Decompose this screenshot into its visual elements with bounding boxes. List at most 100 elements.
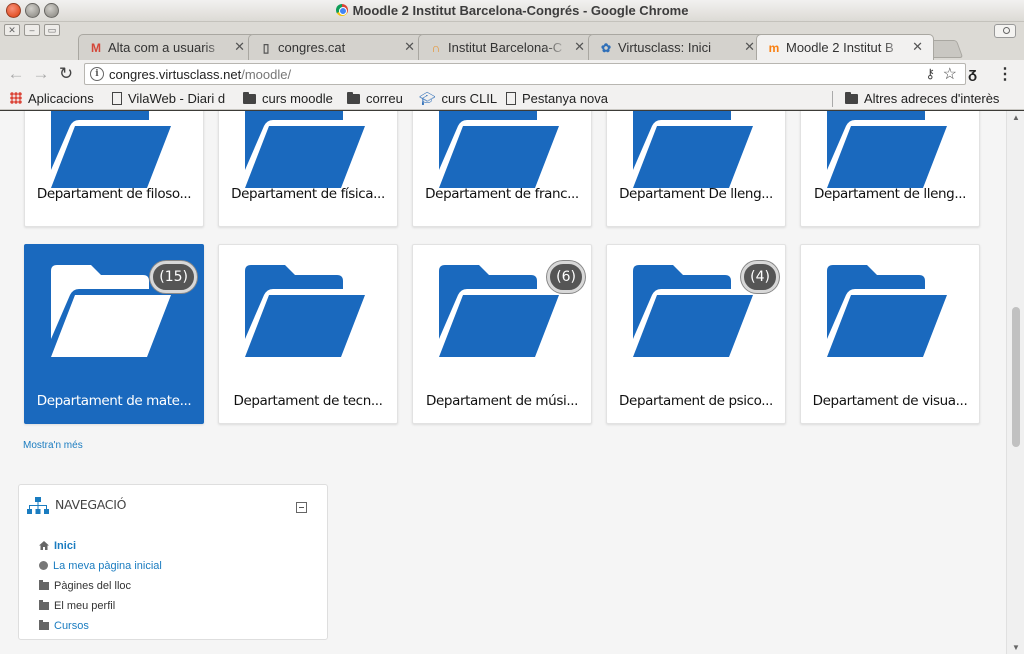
moodle-icon: m: [768, 41, 780, 55]
close-icon[interactable]: ✕: [744, 39, 755, 55]
close-icon[interactable]: ✕: [404, 39, 415, 55]
window-menu-restore-icon[interactable]: ▭: [44, 24, 60, 36]
category-card[interactable]: Departament de tecn...: [218, 244, 398, 424]
tab-title: congres.cat: [278, 40, 346, 55]
bookmark-other[interactable]: Altres adreces d'interès: [845, 91, 999, 106]
window-menu-minimize-icon[interactable]: –: [24, 24, 40, 36]
category-name: Departament de franc...: [425, 186, 579, 202]
bookmark-apps[interactable]: Aplicacions: [10, 91, 94, 106]
close-icon[interactable]: ✕: [234, 39, 245, 55]
institut-icon: ∩: [431, 41, 441, 55]
tab-congres-cat[interactable]: ▯ congres.cat ✕: [248, 34, 426, 60]
category-name: Departament de filoso...: [36, 186, 192, 202]
tab-alta-usuaris[interactable]: M Alta com a usuaris ✕: [78, 34, 256, 60]
chrome-menu-icon[interactable]: ⋮: [997, 64, 1013, 84]
bookmark-label: Aplicacions: [28, 91, 94, 106]
bookmark-curs-moodle[interactable]: curs moodle: [243, 91, 333, 106]
tab-moodle-active[interactable]: m Moodle 2 Institut B ✕: [756, 34, 934, 60]
folder-icon: [827, 111, 947, 188]
forward-arrow-icon[interactable]: →: [31, 64, 51, 84]
folder-icon: [51, 111, 171, 188]
folder-icon: [439, 111, 559, 188]
folder-icon: [827, 265, 947, 357]
close-icon[interactable]: ✕: [912, 39, 923, 55]
category-name: Departament de física...: [231, 186, 385, 202]
category-card[interactable]: Departament de física...: [218, 111, 398, 227]
bookmark-label: Altres adreces d'interès: [864, 91, 1000, 106]
folder-icon: [633, 111, 753, 188]
folder-icon: [245, 265, 365, 357]
nav-item-label: Cursos: [54, 620, 89, 632]
scroll-up-icon[interactable]: ▲: [1012, 113, 1020, 122]
scroll-down-icon[interactable]: ▼: [1012, 643, 1020, 652]
nav-item-label: Pàgines del lloc: [54, 580, 132, 592]
extension-icon[interactable]: ᵹ: [968, 65, 977, 82]
bookmark-star-icon[interactable]: ☆: [943, 64, 957, 84]
category-card[interactable]: (6) Departament de músi...: [412, 244, 592, 424]
category-name: Departament de psico...: [619, 393, 773, 409]
bookmark-label: VilaWeb - Diari d: [128, 91, 226, 106]
category-name: Departament de visua...: [812, 393, 968, 409]
bookmark-vilaweb[interactable]: VilaWeb - Diari d: [112, 91, 225, 106]
reload-icon[interactable]: ↻: [56, 64, 76, 84]
folder-icon: [439, 265, 559, 357]
window-title: Moodle 2 Institut Barcelona-Congrés - Go…: [352, 3, 689, 18]
folder-icon: [39, 600, 49, 610]
nav-item-courses[interactable]: Cursos: [39, 620, 89, 632]
category-name: Departament de músi...: [426, 393, 578, 409]
tab-title: Virtusclass: Inici: [618, 40, 711, 55]
tab-institut-barcelona[interactable]: ∩ Institut Barcelona-C ✕: [418, 34, 596, 60]
category-card-active[interactable]: (15) Departament de mate...: [24, 244, 204, 424]
tab-title: Alta com a usuaris: [108, 40, 215, 55]
nav-item-label: El meu perfil: [54, 600, 116, 612]
url-path: /moodle/: [241, 67, 292, 82]
category-name: Departament de tecn...: [233, 393, 383, 409]
course-count-badge: (6): [547, 261, 585, 293]
nav-item-label: La meva pàgina inicial: [53, 560, 162, 572]
show-more-link[interactable]: Mostra'n més: [23, 440, 83, 451]
nav-item-inici[interactable]: Inici: [39, 540, 76, 552]
window-title-container: Moodle 2 Institut Barcelona-Congrés - Go…: [0, 3, 1024, 18]
folder-icon: [347, 92, 360, 104]
nav-item-dashboard[interactable]: La meva pàgina inicial: [39, 560, 162, 572]
bookmarks-separator: [832, 91, 833, 107]
vertical-scrollbar[interactable]: ▲ ▼: [1006, 111, 1024, 654]
category-name: Departament de lleng...: [813, 186, 967, 202]
category-card[interactable]: Departament de filoso...: [24, 111, 204, 227]
url-text: congres.virtusclass.net/moodle/: [109, 67, 291, 82]
tab-virtusclass[interactable]: ✿ Virtusclass: Inici ✕: [588, 34, 766, 60]
bookmark-label: curs moodle: [262, 91, 333, 106]
gmail-icon: M: [91, 41, 101, 55]
info-icon[interactable]: i: [90, 67, 104, 81]
bookmark-pestanya-nova[interactable]: Pestanya nova: [506, 91, 608, 106]
navigation-title: NAVEGACIÓ: [55, 497, 127, 512]
folder-icon: [39, 620, 49, 630]
close-icon[interactable]: ✕: [574, 39, 585, 55]
category-card[interactable]: (4) Departament de psico...: [606, 244, 786, 424]
category-card[interactable]: Departament de visua...: [800, 244, 980, 424]
home-icon: [39, 541, 49, 550]
course-count-badge: (4): [741, 261, 779, 293]
back-arrow-icon[interactable]: ←: [6, 64, 26, 84]
nav-item-site-pages[interactable]: Pàgines del lloc: [39, 580, 131, 592]
nav-item-profile[interactable]: El meu perfil: [39, 600, 115, 612]
category-card[interactable]: Departament De lleng...: [606, 111, 786, 227]
profile-icon[interactable]: [994, 24, 1016, 38]
bookmark-correu[interactable]: correu: [347, 91, 403, 106]
tab-title: Institut Barcelona-C: [448, 40, 563, 55]
category-card[interactable]: Departament de lleng...: [800, 111, 980, 227]
sitemap-icon: [27, 497, 49, 514]
url-host: congres.virtusclass.net: [109, 67, 242, 82]
window-menu-close-icon[interactable]: ✕: [4, 24, 20, 36]
scroll-thumb[interactable]: [1012, 307, 1020, 447]
category-card[interactable]: Departament de franc...: [412, 111, 592, 227]
collapse-icon[interactable]: [296, 502, 307, 513]
key-icon[interactable]: ⚷: [925, 66, 935, 82]
bookmark-curs-clil[interactable]: 🎓︎ curs CLIL: [419, 91, 497, 107]
virtusclass-icon: ✿: [600, 41, 612, 55]
address-bar[interactable]: i congres.virtusclass.net/moodle/ ⚷ ☆: [84, 63, 966, 85]
folder-icon: [845, 92, 858, 104]
browser-window: Moodle 2 Institut Barcelona-Congrés - Go…: [0, 0, 1024, 654]
circle-icon: [39, 561, 48, 570]
navigation-block: NAVEGACIÓ Inici La meva pàgina inicial P…: [18, 484, 328, 640]
